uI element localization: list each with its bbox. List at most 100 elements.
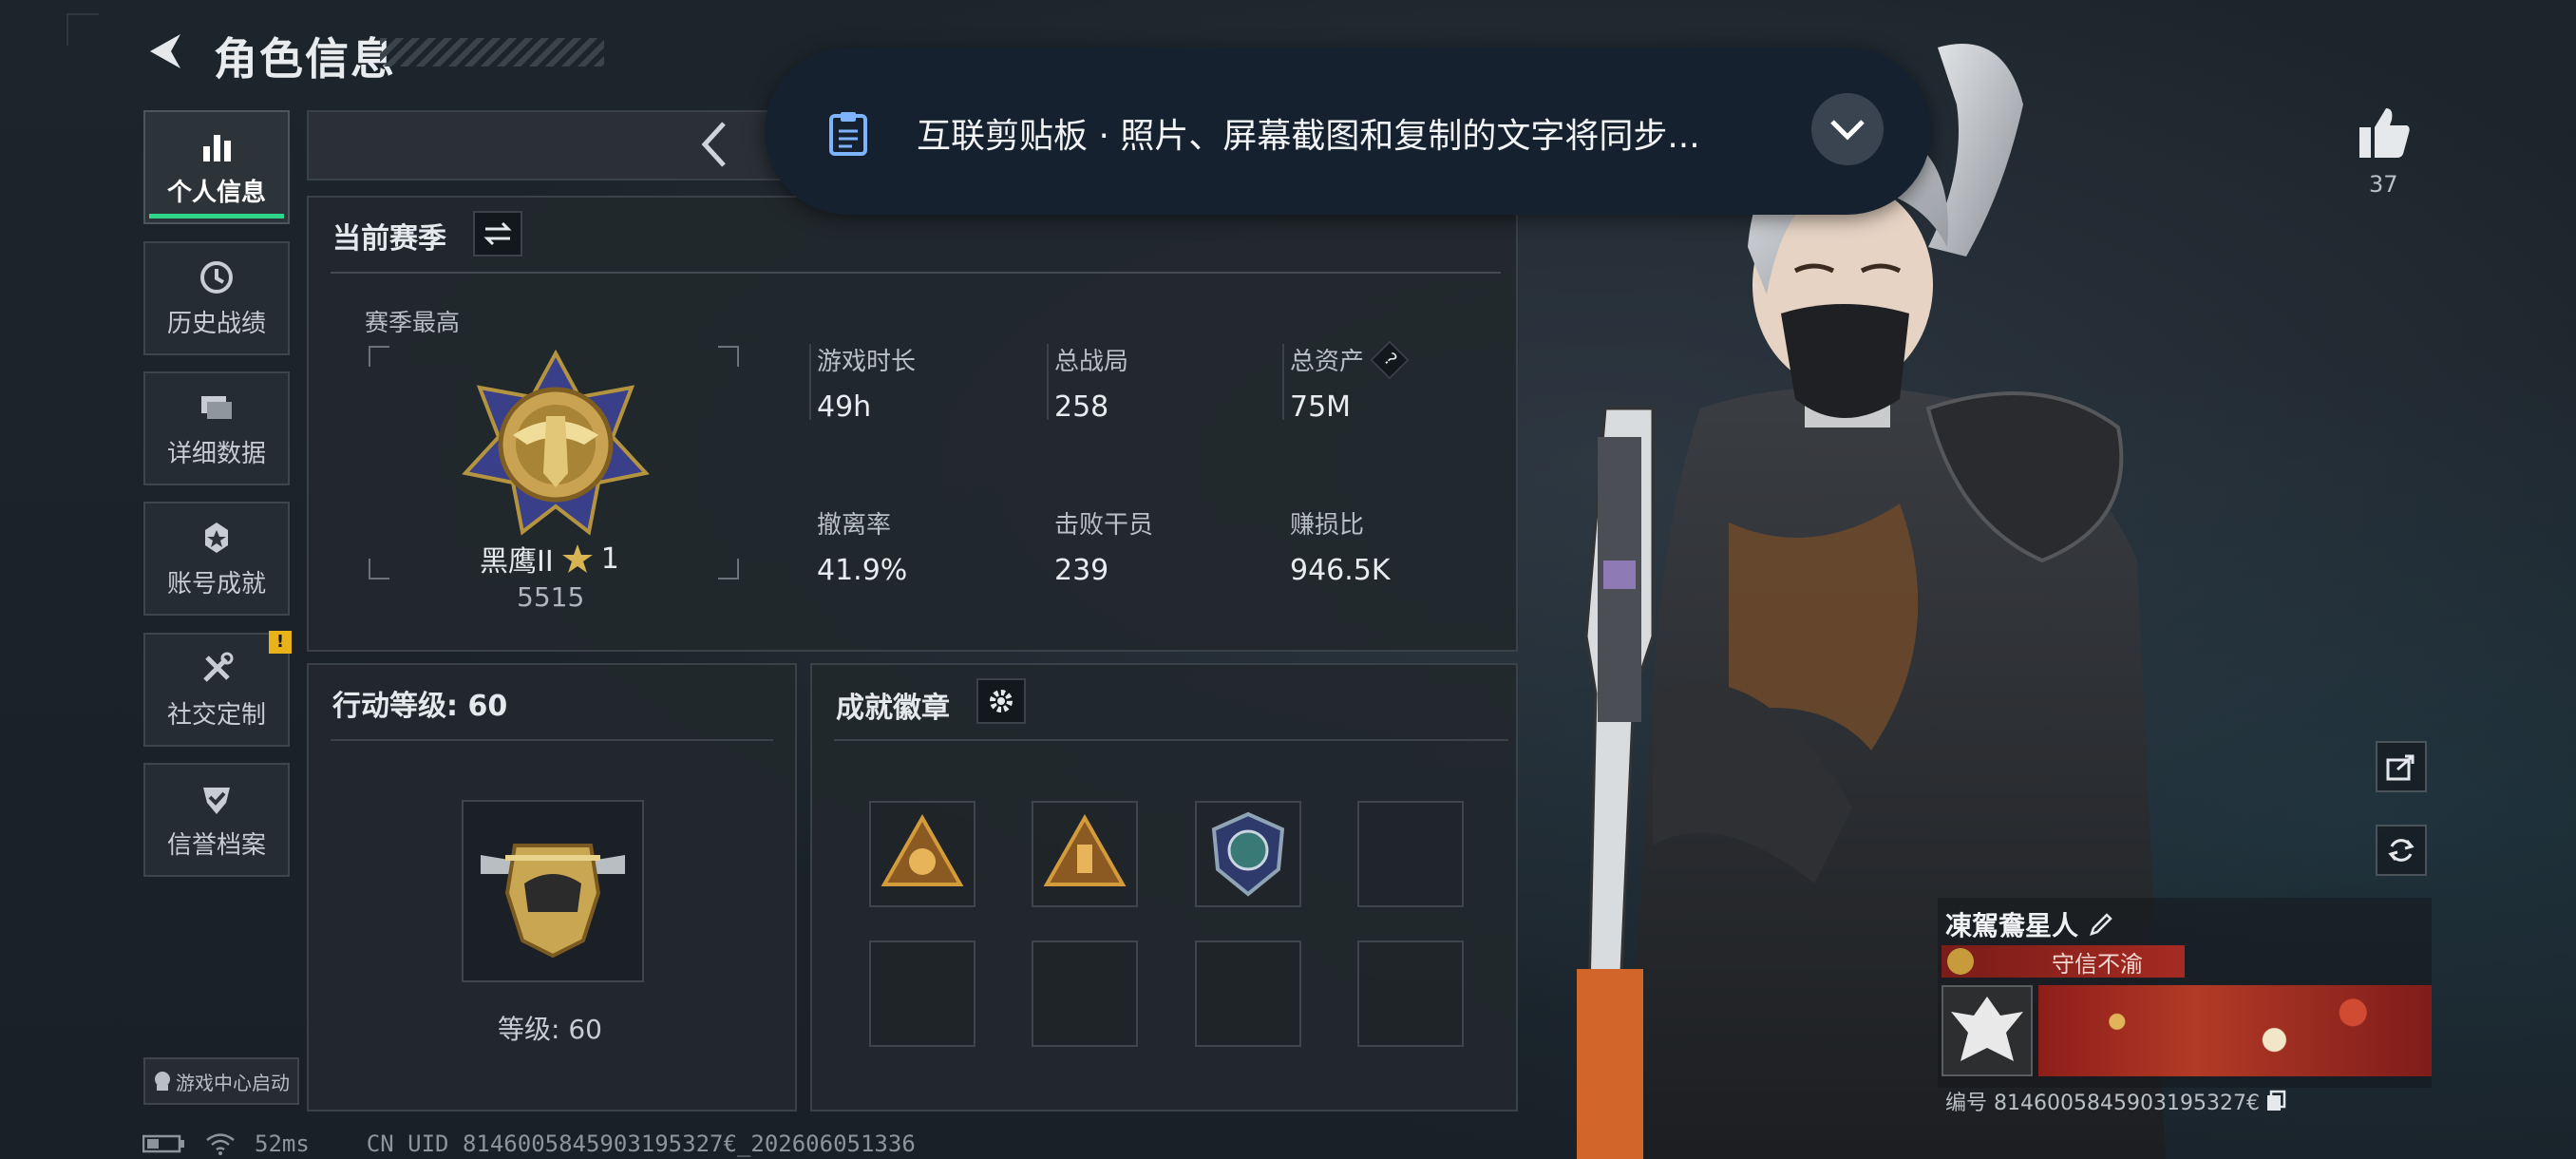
player-id: 编号 8146005845903195327€ (1945, 1092, 2260, 1115)
corner-mark (66, 13, 99, 46)
season-best-label: 赛季最高 (365, 309, 461, 336)
history-clock-icon (200, 260, 233, 294)
gear-icon (990, 690, 1013, 712)
triangle-badge-icon (1043, 813, 1127, 886)
star-icon (561, 544, 593, 573)
stat-label: 总资产 (1290, 348, 1365, 376)
shield-badge-icon (1211, 811, 1285, 897)
stat-play-time: 游戏时长 49h (817, 342, 916, 424)
game-center-button[interactable]: 游戏中心启动 (143, 1057, 299, 1105)
stat-label: 击败干员 (1054, 511, 1154, 540)
bar-chart-icon (203, 134, 231, 162)
medal-star-icon (205, 522, 228, 553)
stat-label: 撤离率 (817, 511, 892, 540)
achievement-badge-slot[interactable] (1195, 940, 1301, 1047)
triangle-badge-icon (881, 813, 964, 886)
back-arrow-icon[interactable] (142, 28, 188, 74)
achievement-badge-slot[interactable] (1032, 801, 1138, 907)
stat-dividers (1047, 344, 1049, 420)
sidebar-item-label: 详细数据 (166, 439, 266, 468)
copy-icon[interactable] (2265, 1090, 2286, 1112)
achievement-badge-slot[interactable] (1195, 801, 1301, 907)
eagle-crest-icon (1951, 997, 2023, 1061)
help-icon[interactable]: ? (1370, 340, 1410, 379)
battery-icon (142, 1134, 184, 1153)
clipboard-icon (829, 112, 867, 156)
divider (331, 272, 1501, 274)
divider (331, 739, 773, 741)
achievement-badge-slot[interactable] (869, 801, 975, 907)
edit-pencil-icon[interactable] (2088, 911, 2114, 938)
stat-label: 游戏时长 (817, 348, 917, 376)
achievement-badge-slot[interactable] (869, 940, 975, 1047)
achievements-settings-button[interactable] (976, 678, 1026, 724)
rank-name: 黑鹰II (480, 545, 554, 579)
player-namecard[interactable]: 凍駕鴦星人 守信不渝 编号 8146005845903195327€ (1938, 898, 2432, 1115)
expand-notification-button[interactable] (1811, 93, 1884, 165)
clipboard-notification[interactable]: 互联剪贴板 · 照片、屏幕截图和复制的文字将同步... (765, 48, 1931, 215)
page-title: 角色信息 (214, 33, 396, 85)
game-center-icon (155, 1072, 170, 1091)
stat-dividers (1282, 344, 1284, 420)
sidebar-item-label: 个人信息 (166, 178, 266, 207)
thumbs-up-icon[interactable] (2356, 104, 2413, 160)
share-icon (2386, 754, 2415, 781)
stat-total-matches: 总战局 258 (1054, 342, 1128, 424)
sidebar-item-label: 账号成就 (166, 569, 266, 598)
sidebar-item-label: 信誉档案 (166, 830, 266, 860)
sidebar-item-personal-info[interactable]: 个人信息 (143, 110, 290, 224)
achievement-badge-slot[interactable] (1032, 940, 1138, 1047)
achievement-badge-slot[interactable] (1357, 801, 1464, 907)
sidebar-item-label: 历史战绩 (166, 309, 266, 338)
rank-emblem-icon (462, 350, 650, 536)
warning-badge: ! (269, 631, 292, 654)
ping-value: 52ms (255, 1130, 310, 1157)
stat-dividers (809, 344, 811, 420)
uid-text: CN UID 8146005845903195327€_202606051336 (366, 1130, 916, 1157)
player-name: 凍駕鴦星人 (1945, 910, 2079, 941)
sidebar-item-details[interactable]: 详细数据 (143, 371, 290, 485)
stat-value: 239 (1054, 554, 1109, 587)
action-level-title: 行动等级: 60 (332, 690, 508, 723)
achievement-badge-slot[interactable] (1357, 940, 1464, 1047)
sidebar-item-achievements[interactable]: 账号成就 (143, 502, 290, 616)
sidebar-item-social[interactable]: 社交定制 ! (143, 631, 292, 747)
stat-value: 946.5K (1290, 554, 1391, 587)
stat-value: 75M (1290, 390, 1352, 424)
stat-profit-loss: 赚损比 946.5K (1290, 505, 1391, 587)
stat-value: 49h (817, 390, 872, 424)
refresh-button[interactable] (2376, 825, 2427, 876)
share-button[interactable] (2376, 741, 2427, 792)
stat-value: 258 (1054, 390, 1109, 424)
title-tag-text: 守信不渝 (2052, 950, 2143, 978)
stat-operators-defeated: 击败干员 239 (1054, 505, 1153, 587)
stat-label: 总战局 (1054, 348, 1129, 376)
chevron-down-icon (1830, 120, 1865, 141)
level-label: 等级: 60 (498, 1014, 602, 1045)
shield-check-icon (203, 787, 230, 814)
folders-icon (201, 395, 232, 419)
player-title-tag: 守信不渝 (1941, 945, 2185, 978)
swap-arrows-icon (483, 221, 512, 246)
notification-text: 互联剪贴板 · 照片、屏幕截图和复制的文字将同步... (917, 117, 1700, 156)
sidebar-item-label: 社交定制 (166, 700, 266, 730)
divider (834, 739, 1508, 741)
rank-stars: 1 (600, 542, 619, 576)
title-crest-icon (1947, 948, 1974, 975)
sidebar-item-reputation[interactable]: 信誉档案 (143, 763, 290, 877)
stat-label: 赚损比 (1290, 511, 1365, 540)
season-section-label: 当前赛季 (332, 222, 446, 256)
switch-season-button[interactable] (473, 211, 522, 256)
sidebar-item-history[interactable]: 历史战绩 (143, 241, 290, 355)
namecard-banner (2038, 985, 2432, 1076)
chevron-left-icon[interactable] (693, 118, 735, 171)
achievements-title: 成就徽章 (836, 692, 950, 725)
rank-score: 5515 (517, 581, 585, 613)
wrench-tools-icon (203, 652, 234, 682)
player-avatar[interactable] (1941, 985, 2033, 1076)
stat-extract-rate: 撤离率 41.9% (817, 505, 907, 587)
stat-total-assets: 总资产 ? 75M (1290, 340, 1410, 424)
helicopter-emblem-icon (481, 844, 625, 959)
title-decoration (380, 38, 604, 66)
game-center-label: 游戏中心启动 (176, 1071, 290, 1094)
